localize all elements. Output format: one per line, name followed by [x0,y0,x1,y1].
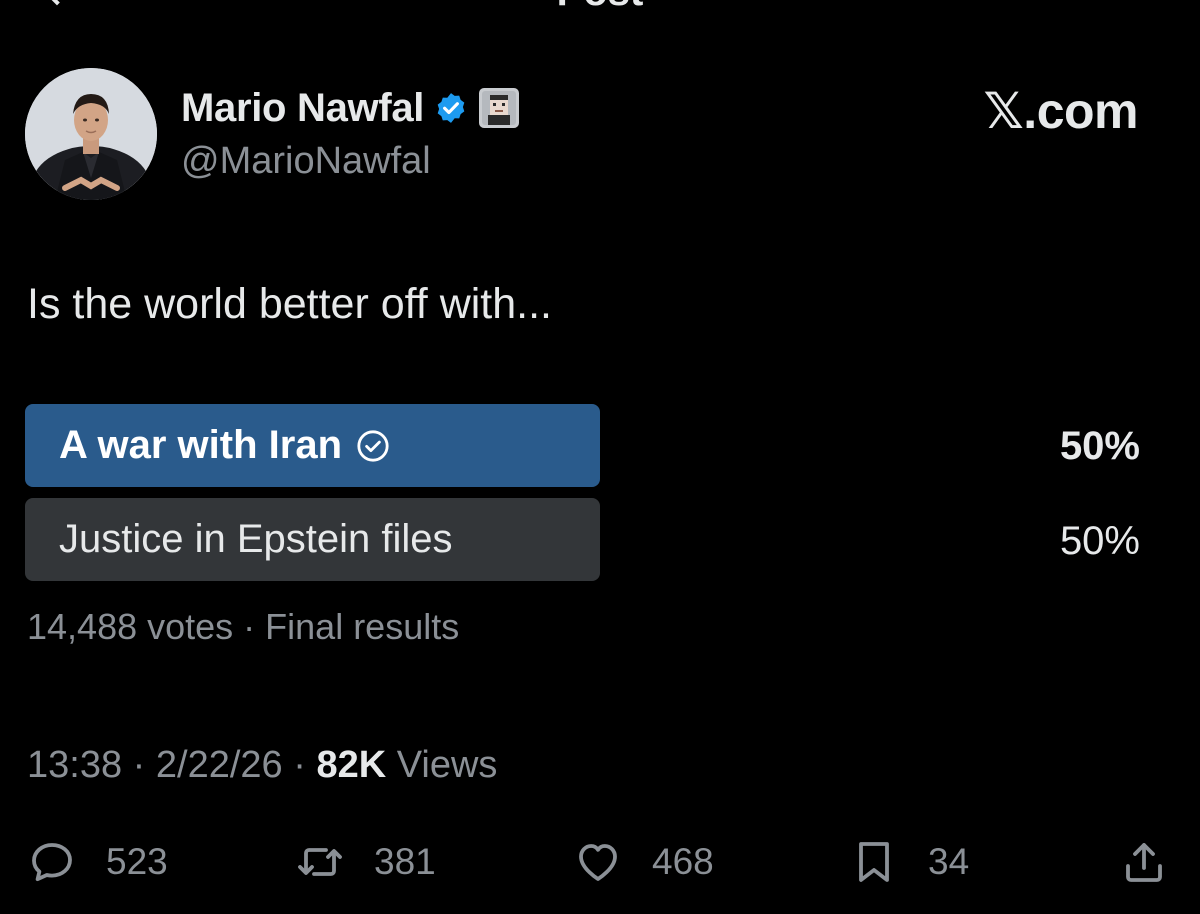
top-bar: Post [0,0,1200,14]
timestamp-separator: · [282,744,317,786]
views-count: 82K [316,744,387,786]
post-text: Is the world better off with... [27,280,553,328]
poll-option-1[interactable]: A war with Iran [25,404,600,487]
post-date[interactable]: 2/22/26 [156,744,283,786]
page-title: Post [0,0,1200,14]
verified-badge-icon [437,93,465,123]
poll-option-2-percent: 50% [1059,519,1140,563]
repost-count: 381 [374,841,436,882]
poll-meta: 14,488 votes · Final results [27,606,459,648]
poll-option-2-label: Justice in Epstein files [59,517,453,561]
author-display-name[interactable]: Mario Nawfal [181,86,424,131]
reply-icon [32,843,72,882]
bookmark-count: 34 [928,841,970,882]
share-button[interactable] [1120,836,1168,888]
poll-meta-separator: · [233,606,266,647]
check-circle-icon [357,429,389,462]
reply-button[interactable]: 523 [28,836,168,888]
brand-label: 𝕏.com [983,83,1139,139]
affiliate-badge-icon[interactable] [476,85,522,131]
avatar-image [25,68,157,200]
reply-count: 523 [106,841,168,882]
author-handle[interactable]: @MarioNawfal [181,140,431,183]
like-button[interactable]: 468 [574,836,714,888]
repost-button[interactable]: 381 [296,836,436,888]
post-timestamp-row: 13:38 · 2/22/26 · 82K Views [27,744,497,787]
poll-status: Final results [265,606,460,647]
poll-option-2[interactable]: Justice in Epstein files [25,498,600,581]
poll-option-1-label: A war with Iran [59,423,343,467]
views-label: Views [396,744,498,786]
poll-option-1-percent: 50% [1059,424,1140,468]
bookmark-button[interactable]: 34 [850,836,969,888]
post-time[interactable]: 13:38 [27,744,122,786]
share-icon [1126,843,1162,882]
poll-vote-count: 14,488 votes [27,606,234,647]
heart-icon [579,844,617,881]
author-name-row[interactable]: Mario Nawfal [181,84,522,132]
like-count: 468 [652,841,714,882]
bookmark-icon [859,842,889,882]
repost-icon [298,848,342,876]
avatar[interactable] [25,68,157,200]
timestamp-separator: · [122,744,156,786]
